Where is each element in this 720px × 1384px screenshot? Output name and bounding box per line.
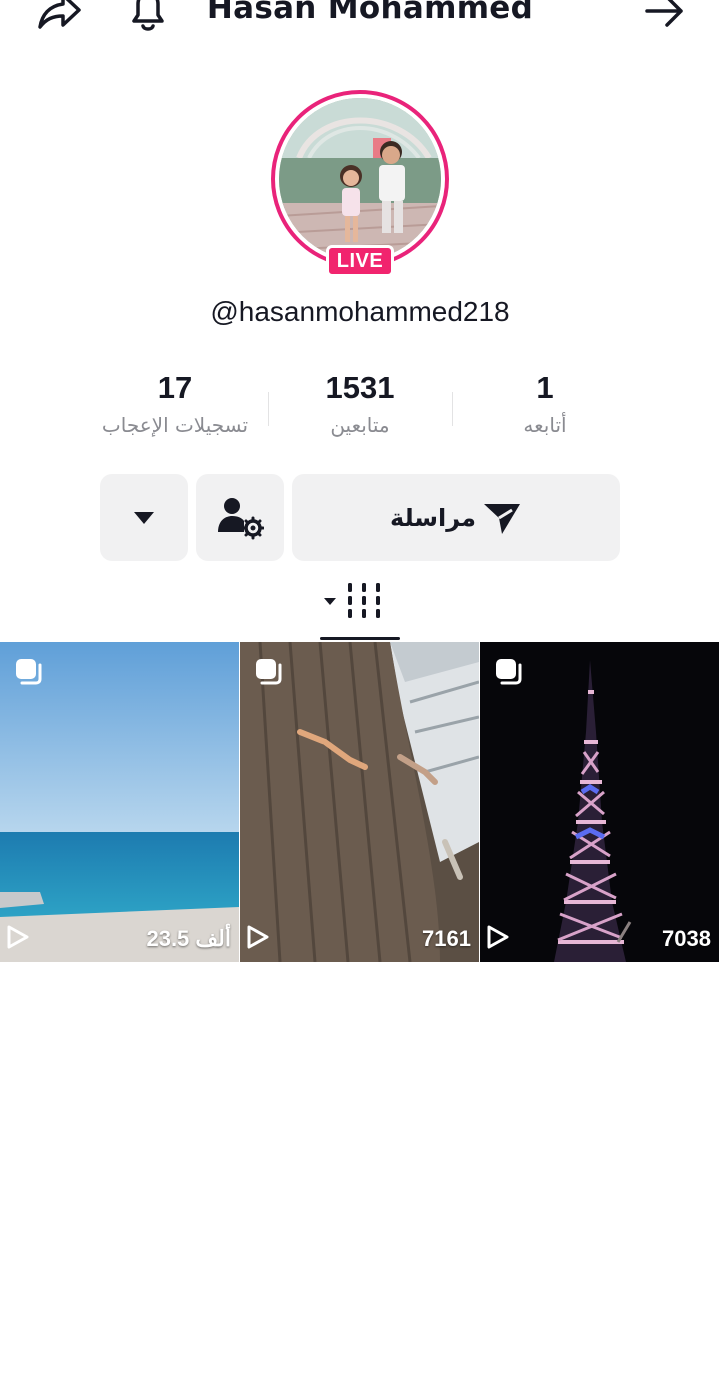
likes-count: 17 <box>157 370 193 405</box>
view-count: 7038 <box>662 926 711 951</box>
play-icon <box>487 925 509 949</box>
message-button[interactable]: مراسلة <box>292 474 620 561</box>
grid-icon <box>324 583 380 618</box>
video-grid: 23.5 ألف 7161 7038 <box>0 642 720 962</box>
video-thumbnail <box>480 642 719 962</box>
avatar-ring[interactable] <box>271 90 449 268</box>
view-count: 23.5 ألف <box>146 926 231 951</box>
following-stat[interactable]: 1 أتابعه <box>490 366 600 440</box>
follow-settings-button[interactable] <box>196 474 284 561</box>
stat-divider <box>452 392 453 426</box>
tab-underline <box>320 637 400 640</box>
multi-video-icon <box>496 659 522 685</box>
more-dropdown-button[interactable] <box>100 474 188 561</box>
followers-count: 1531 <box>325 370 395 405</box>
multi-video-icon <box>256 659 282 685</box>
videos-tab[interactable] <box>0 580 720 640</box>
view-count: 7161 <box>422 926 471 951</box>
video-tile[interactable]: 7161 <box>240 642 479 962</box>
username: @hasanmohammed218 <box>210 296 510 327</box>
send-icon <box>483 503 520 534</box>
avatar <box>279 98 441 260</box>
multi-video-icon <box>16 659 42 685</box>
video-thumbnail <box>240 642 479 962</box>
user-settings-icon <box>218 497 264 539</box>
profile-display-name: Hasan Mohammed <box>206 0 534 26</box>
share-icon[interactable] <box>34 0 84 36</box>
video-thumbnail <box>0 642 239 962</box>
following-label: أتابعه <box>523 413 567 437</box>
play-icon <box>247 925 269 949</box>
following-count: 1 <box>536 370 554 405</box>
arrow-right-icon[interactable] <box>640 0 690 36</box>
video-tile[interactable]: 23.5 ألف <box>0 642 239 962</box>
video-tile[interactable]: 7038 <box>480 642 719 962</box>
likes-stat[interactable]: 17 تسجيلات الإعجاب <box>80 366 270 440</box>
live-badge[interactable]: LIVE <box>326 245 394 277</box>
stat-divider <box>268 392 269 426</box>
message-button-label: مراسلة <box>390 503 476 532</box>
likes-label: تسجيلات الإعجاب <box>101 413 249 437</box>
followers-stat[interactable]: 1531 متابعين <box>290 366 430 440</box>
profile-header: Hasan Mohammed <box>0 0 720 40</box>
play-icon <box>7 925 29 949</box>
caret-down-icon <box>134 511 154 524</box>
followers-label: متابعين <box>330 413 390 437</box>
